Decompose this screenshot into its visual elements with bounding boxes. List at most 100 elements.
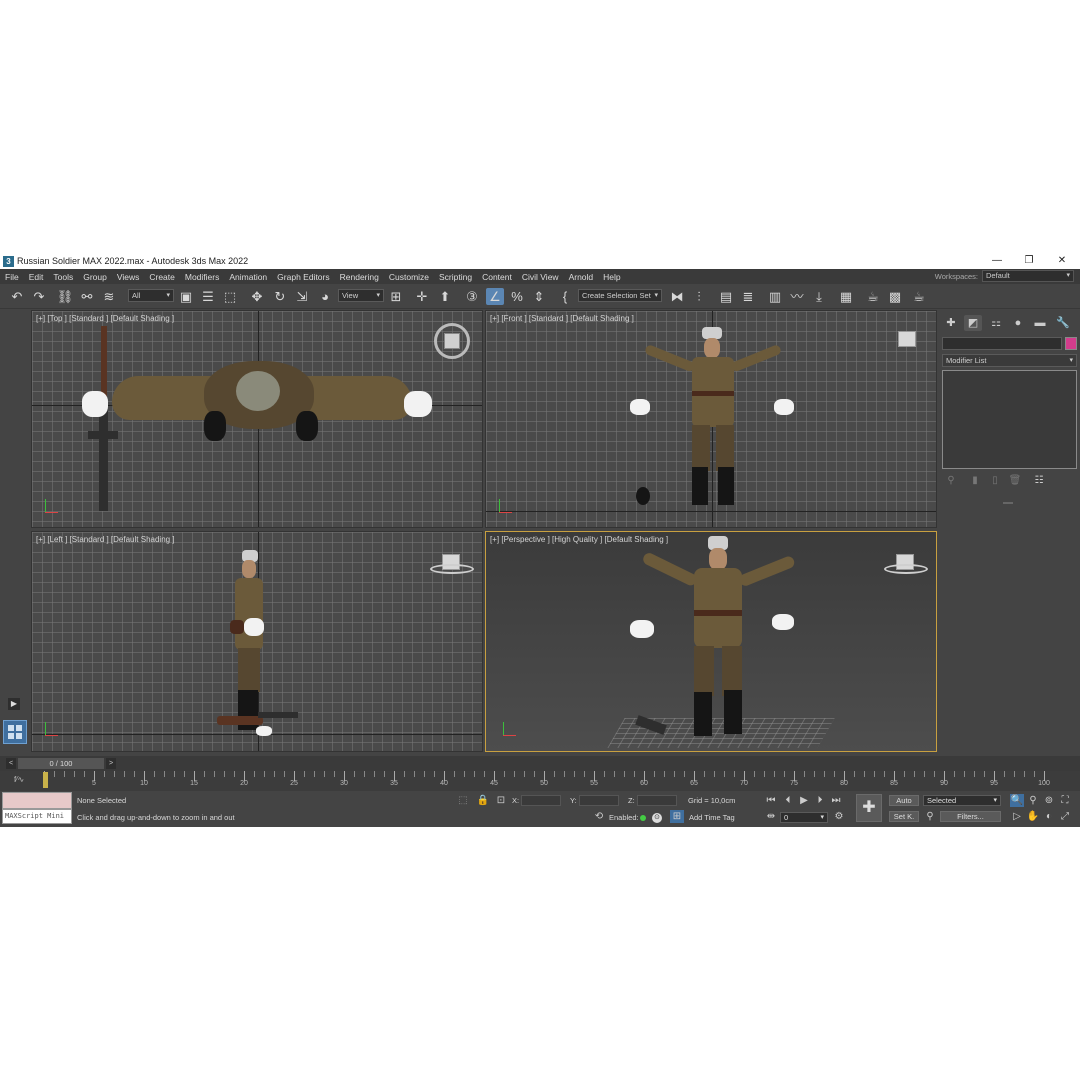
track-bar[interactable]: f⁄∿ 5 10 15 20 25 30 35 40 45 50 55 60 65 70 75 80 85 90 9… bbox=[0, 771, 1080, 791]
select-by-name-icon[interactable]: ☰ bbox=[199, 288, 217, 305]
maxscript-listener-field[interactable] bbox=[2, 792, 72, 809]
viewport-label-perspective[interactable]: [+] [Perspective ] [High Quality ] [Defa… bbox=[490, 535, 668, 544]
restore-icon[interactable]: ❐ bbox=[1012, 253, 1046, 269]
z-coordinate-field[interactable] bbox=[637, 795, 677, 806]
viewport-left[interactable]: [+] [Left ] [Standard ] [Default Shading… bbox=[31, 531, 483, 752]
menu-scripting[interactable]: Scripting bbox=[434, 272, 477, 282]
rendered-frame-window-icon[interactable]: ▩ bbox=[886, 288, 904, 305]
time-configuration-icon[interactable]: ⚙ bbox=[832, 810, 846, 823]
menu-animation[interactable]: Animation bbox=[224, 272, 272, 282]
scene-explorer-icon[interactable]: ▤ bbox=[717, 288, 735, 305]
reference-coordinate-dropdown[interactable]: View bbox=[338, 289, 384, 302]
menu-modifiers[interactable]: Modifiers bbox=[180, 272, 224, 282]
make-unique-icon[interactable]: ▯ bbox=[988, 474, 1002, 488]
curve-editor-icon[interactable]: 〰 bbox=[788, 288, 806, 305]
mirror-icon[interactable]: ⧓ bbox=[668, 288, 686, 305]
key-mode-icon[interactable]: ⇹ bbox=[764, 810, 778, 823]
percent-snap-icon[interactable]: % bbox=[508, 288, 526, 305]
time-tag-icon[interactable]: ⊞ bbox=[670, 810, 684, 823]
absolute-mode-icon[interactable]: ⊡ bbox=[494, 794, 508, 807]
viewport-top[interactable]: [+] [Top ] [Standard ] [Default Shading … bbox=[31, 310, 483, 528]
menu-help[interactable]: Help bbox=[598, 272, 625, 282]
viewport-perspective[interactable]: [+] [Perspective ] [High Quality ] [Defa… bbox=[485, 531, 937, 752]
go-to-start-icon[interactable]: ⏮ bbox=[764, 794, 778, 807]
select-rotate-icon[interactable]: ↻ bbox=[271, 288, 289, 305]
keyboard-shortcut-override-icon[interactable]: ⬆ bbox=[436, 288, 454, 305]
viewport-layout-icon[interactable] bbox=[3, 720, 27, 744]
y-coordinate-field[interactable] bbox=[579, 795, 619, 806]
isolate-selection-icon[interactable]: ⬚ bbox=[456, 794, 470, 807]
menu-tools[interactable]: Tools bbox=[48, 272, 78, 282]
remove-modifier-icon[interactable]: 🗑 bbox=[1008, 474, 1022, 488]
current-frame-field[interactable]: 0 bbox=[780, 812, 828, 823]
select-scale-icon[interactable]: ⇲ bbox=[293, 288, 311, 305]
viewport-label-top[interactable]: [+] [Top ] [Standard ] [Default Shading … bbox=[36, 314, 174, 323]
selection-filter-dropdown[interactable]: All bbox=[128, 289, 174, 302]
close-icon[interactable]: ✕ bbox=[1045, 253, 1079, 269]
show-end-result-icon[interactable]: ▮ bbox=[968, 474, 982, 488]
viewcube-ring[interactable] bbox=[430, 564, 474, 574]
next-frame-icon[interactable]: ⏵ bbox=[813, 794, 827, 807]
utilities-tab-icon[interactable]: 🔧 bbox=[1054, 315, 1072, 331]
minimize-icon[interactable]: — bbox=[980, 253, 1014, 269]
select-move-icon[interactable]: ✥ bbox=[248, 288, 266, 305]
menu-content[interactable]: Content bbox=[477, 272, 517, 282]
time-slider-handle[interactable]: 0 / 100 bbox=[18, 758, 104, 769]
bind-space-warp-icon[interactable]: ≋ bbox=[100, 288, 118, 305]
spinner-snap-icon[interactable]: ⇕ bbox=[530, 288, 548, 305]
modifier-stack[interactable] bbox=[942, 370, 1077, 469]
viewcube-icon[interactable] bbox=[898, 331, 916, 347]
menu-file[interactable]: File bbox=[0, 272, 24, 282]
object-name-field[interactable] bbox=[942, 337, 1062, 350]
expand-layout-tab-icon[interactable]: ▶ bbox=[8, 698, 20, 710]
zoom-extents-icon[interactable]: ⊚ bbox=[1042, 794, 1056, 807]
named-selection-set-dropdown[interactable]: Create Selection Set bbox=[578, 289, 662, 302]
snaps-toggle-icon[interactable]: ③ bbox=[463, 288, 481, 305]
set-key-large-icon[interactable]: ✚ bbox=[856, 794, 882, 822]
edit-named-selection-icon[interactable]: { bbox=[556, 288, 574, 305]
x-coordinate-field[interactable] bbox=[521, 795, 561, 806]
viewport-front[interactable]: [+] [Front ] [Standard ] [Default Shadin… bbox=[485, 310, 937, 528]
mini-curve-editor-icon[interactable]: f⁄∿ bbox=[14, 775, 24, 784]
pivot-center-icon[interactable]: ⊞ bbox=[387, 288, 405, 305]
menu-arnold[interactable]: Arnold bbox=[564, 272, 599, 282]
render-setup-icon[interactable]: ☕ bbox=[864, 288, 882, 305]
selection-lock-icon[interactable]: 🔒 bbox=[476, 794, 490, 807]
maximize-viewport-icon[interactable]: ⤢ bbox=[1058, 810, 1072, 823]
display-tab-icon[interactable]: ▬ bbox=[1031, 315, 1049, 331]
workspaces-dropdown[interactable]: Default bbox=[982, 270, 1074, 282]
key-filters-button[interactable]: Filters... bbox=[940, 811, 1001, 822]
pan-view-icon[interactable]: ✋ bbox=[1026, 810, 1040, 823]
undo-icon[interactable]: ↶ bbox=[8, 288, 26, 305]
previous-frame-icon[interactable]: ⏴ bbox=[781, 794, 795, 807]
viewcube-icon[interactable] bbox=[444, 333, 460, 349]
key-filters-icon[interactable]: ⚲ bbox=[923, 810, 937, 823]
menu-graph-editors[interactable]: Graph Editors bbox=[272, 272, 334, 282]
menu-group[interactable]: Group bbox=[78, 272, 112, 282]
go-to-end-icon[interactable]: ⏭ bbox=[829, 794, 843, 807]
configure-modifier-sets-icon[interactable]: ☷ bbox=[1032, 474, 1046, 488]
motion-tab-icon[interactable]: ● bbox=[1009, 315, 1027, 331]
viewport-label-front[interactable]: [+] [Front ] [Standard ] [Default Shadin… bbox=[490, 314, 634, 323]
modifier-list-dropdown[interactable]: Modifier List bbox=[942, 354, 1077, 367]
adaptive-degradation-icon[interactable]: ⟲ bbox=[592, 810, 606, 823]
auto-key-button[interactable]: Auto bbox=[889, 795, 919, 806]
object-color-swatch[interactable] bbox=[1065, 337, 1077, 350]
menu-create[interactable]: Create bbox=[144, 272, 180, 282]
redo-icon[interactable]: ↷ bbox=[30, 288, 48, 305]
angle-snap-icon[interactable]: ∠ bbox=[486, 288, 504, 305]
frame-ruler[interactable]: 5 10 15 20 25 30 35 40 45 50 55 60 65 70 75 80 85 90 95 100 bbox=[44, 771, 1050, 791]
viewcube-ring[interactable] bbox=[884, 564, 928, 574]
zoom-extents-all-icon[interactable]: ⛶ bbox=[1058, 794, 1072, 807]
menu-views[interactable]: Views bbox=[112, 272, 145, 282]
menu-civil-view[interactable]: Civil View bbox=[517, 272, 564, 282]
select-place-icon[interactable]: ◕ bbox=[316, 288, 334, 305]
select-object-icon[interactable]: ▣ bbox=[177, 288, 195, 305]
align-icon[interactable]: ⫶ bbox=[690, 288, 708, 305]
set-key-button[interactable]: Set K. bbox=[889, 811, 919, 822]
schematic-view-icon[interactable]: ⤓ bbox=[810, 288, 828, 305]
menu-rendering[interactable]: Rendering bbox=[335, 272, 384, 282]
current-time-marker[interactable] bbox=[43, 772, 48, 788]
rect-selection-icon[interactable]: ⬚ bbox=[221, 288, 239, 305]
key-filter-dropdown[interactable]: Selected bbox=[923, 795, 1001, 806]
